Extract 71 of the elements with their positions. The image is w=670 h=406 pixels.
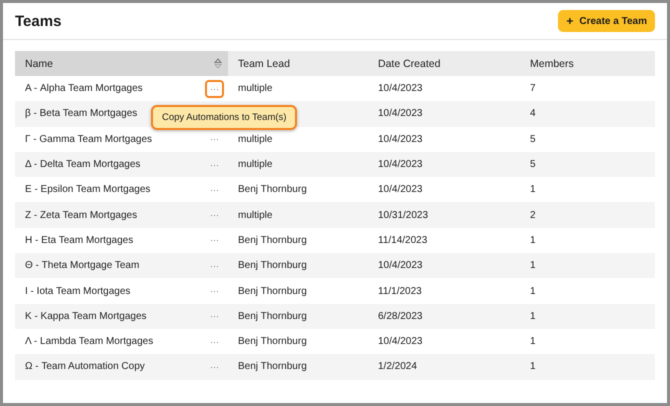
page-title: Teams <box>15 12 62 30</box>
team-name: Ι - Iota Team Mortgages <box>25 286 130 297</box>
create-team-button[interactable]: + Create a Team <box>558 10 655 32</box>
team-name: Α - Alpha Team Mortgages <box>25 83 143 94</box>
date-created: 10/4/2023 <box>378 336 422 348</box>
member-count: 5 <box>530 159 536 170</box>
more-options-button[interactable]: ··· <box>205 282 224 300</box>
more-options-button[interactable]: ··· <box>205 156 224 174</box>
date-created: 10/4/2023 <box>378 159 422 170</box>
team-name: Δ - Delta Team Mortgages <box>25 159 140 170</box>
column-header[interactable]: Members <box>520 51 655 76</box>
team-lead: Benj Thornburg <box>238 234 307 246</box>
team-lead: Benj Thornburg <box>238 361 307 372</box>
more-options-button[interactable]: ··· <box>205 80 224 98</box>
date-created: 10/31/2023 <box>378 210 428 221</box>
team-lead: multiple <box>238 134 272 145</box>
member-count: 1 <box>530 310 536 322</box>
date-created: 10/4/2023 <box>378 108 422 120</box>
team-lead: multiple <box>238 210 272 221</box>
copy-automations-menu[interactable]: Copy Automations to Team(s) <box>151 105 298 130</box>
team-name: Λ - Lambda Team Mortgages <box>25 336 154 348</box>
more-options-button[interactable]: ··· <box>205 332 224 351</box>
table-row[interactable]: Ω - Team Automation Copy ··· Benj Thornburg 1/2/2024 1 <box>15 354 655 380</box>
team-lead: Benj Thornburg <box>238 260 307 272</box>
date-created: 1/2/2024 <box>378 361 417 372</box>
column-header[interactable]: Name <box>15 51 228 76</box>
team-lead: Benj Thornburg <box>238 286 307 297</box>
member-count: 1 <box>530 184 536 196</box>
member-count: 2 <box>530 210 536 221</box>
member-count: 1 <box>530 361 536 372</box>
table-row[interactable]: Δ - Delta Team Mortgages ··· multiple 10/4/2023 5 <box>15 152 655 178</box>
team-name: β - Beta Team Mortgages <box>25 108 138 120</box>
more-options-button[interactable]: ··· <box>205 180 224 199</box>
team-name: Η - Eta Team Mortgages <box>25 234 134 246</box>
member-count: 1 <box>530 260 536 272</box>
member-count: 4 <box>530 108 536 120</box>
team-name: Ζ - Zeta Team Mortgages <box>25 210 138 221</box>
team-lead: multiple <box>238 159 272 170</box>
more-options-button[interactable]: ··· <box>205 130 224 148</box>
sort-icon <box>214 58 222 69</box>
table-row[interactable]: Ζ - Zeta Team Mortgages ··· multiple 10/31/2023 2 <box>15 202 655 228</box>
team-lead: Benj Thornburg <box>238 336 307 348</box>
member-count: 1 <box>530 286 536 297</box>
table-row[interactable]: Κ - Kappa Team Mortgages ··· Benj Thornburg 6/28/2023 1 <box>15 304 655 329</box>
more-options-button[interactable]: ··· <box>205 358 224 376</box>
team-name: Ω - Team Automation Copy <box>25 361 145 372</box>
date-created: 10/4/2023 <box>378 184 422 196</box>
table-row[interactable]: Θ - Theta Mortgage Team ··· Benj Thornburg 10/4/2023 1 <box>15 253 655 278</box>
date-created: 11/14/2023 <box>378 234 428 246</box>
member-count: 1 <box>530 234 536 246</box>
more-options-button[interactable]: ··· <box>205 231 224 250</box>
more-options-button[interactable]: ··· <box>205 307 224 326</box>
date-created: 10/4/2023 <box>378 83 422 94</box>
team-lead: multiple <box>238 83 272 94</box>
team-name: Κ - Kappa Team Mortgages <box>25 310 147 322</box>
team-name: Γ - Gamma Team Mortgages <box>25 134 152 145</box>
team-name: Ε - Epsilon Team Mortgages <box>25 184 150 196</box>
more-options-button[interactable]: ··· <box>205 206 224 224</box>
date-created: 11/1/2023 <box>378 286 422 297</box>
member-count: 7 <box>530 83 536 94</box>
team-name: Θ - Theta Mortgage Team <box>25 260 140 272</box>
column-header[interactable]: Date Created <box>368 51 520 76</box>
date-created: 10/4/2023 <box>378 260 422 272</box>
member-count: 1 <box>530 336 536 348</box>
more-options-button[interactable]: ··· <box>205 256 224 275</box>
member-count: 5 <box>530 134 536 145</box>
team-lead: Benj Thornburg <box>238 184 307 196</box>
date-created: 6/28/2023 <box>378 310 422 322</box>
date-created: 10/4/2023 <box>378 134 422 145</box>
column-header[interactable]: Team Lead <box>228 51 368 76</box>
team-lead: Benj Thornburg <box>238 310 307 322</box>
